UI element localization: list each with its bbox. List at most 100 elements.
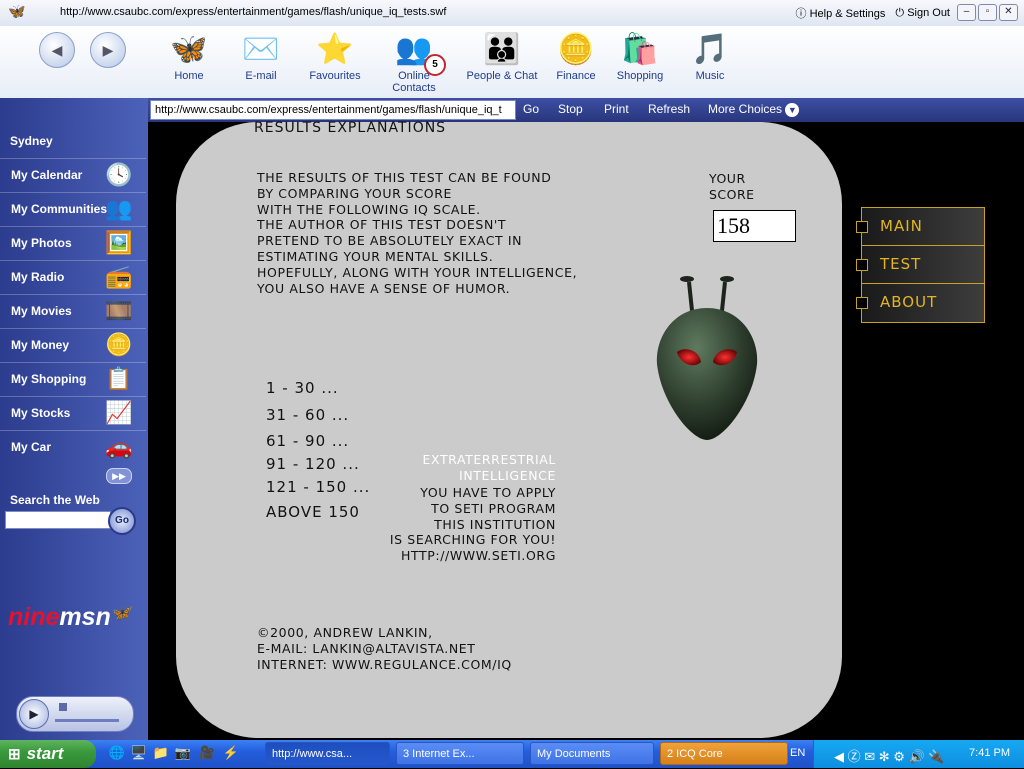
- shopping-bag-icon: 🛍️: [621, 33, 659, 66]
- go-button[interactable]: Go: [523, 102, 539, 116]
- quicklaunch-icon[interactable]: 🌐: [108, 744, 126, 762]
- sidebar-item-communities[interactable]: My Communities 👥: [0, 192, 146, 225]
- volume-slider[interactable]: [55, 719, 119, 722]
- address-input[interactable]: http://www.csaubc.com/express/entertainm…: [150, 100, 516, 120]
- contacts-icon: 👥 5: [394, 30, 446, 76]
- email-link[interactable]: E-MAIL: LANKIN@ALTAVISTA.NET: [257, 641, 512, 657]
- close-button[interactable]: ✕: [999, 4, 1018, 21]
- score-label: YOUR SCORE: [709, 171, 755, 202]
- city-label: Sydney: [10, 134, 53, 148]
- language-indicator[interactable]: EN: [790, 747, 805, 759]
- menu-main-button[interactable]: MAIN: [856, 207, 985, 247]
- toolbar-online-contacts-button[interactable]: 👥 5 Online Contacts: [376, 30, 452, 94]
- et-title: EXTRATERRESTRIAL INTELLIGENCE: [422, 452, 556, 483]
- toolbar-people-chat-button[interactable]: 👪 People & Chat: [464, 30, 540, 82]
- back-arrow-icon: ◀: [51, 42, 63, 58]
- toolbar-home-button[interactable]: 🦋 Home: [151, 30, 227, 82]
- sidebar-item-radio[interactable]: My Radio 📻: [0, 260, 146, 293]
- menu-about-button[interactable]: ABOUT: [856, 283, 985, 323]
- search-web-label: Search the Web: [10, 493, 100, 507]
- flash-content: RESULTS EXPLANATIONS THE RESULTS OF THIS…: [148, 120, 1024, 740]
- coins-icon: 🪙: [557, 33, 595, 66]
- chevron-down-icon: ▼: [785, 103, 800, 117]
- ninemsn-logo: ninemsn🦋: [8, 603, 131, 631]
- print-button[interactable]: Print: [604, 102, 629, 116]
- stock-chart-icon: 📈: [105, 400, 133, 425]
- toolbar-shopping-button[interactable]: 🛍️ Shopping: [602, 30, 678, 82]
- more-choices-button[interactable]: More Choices ▼: [708, 102, 800, 117]
- forward-arrow-icon: ▶: [102, 42, 114, 58]
- search-web-input[interactable]: [5, 511, 111, 529]
- forward-button[interactable]: ▶: [90, 32, 126, 68]
- minimize-button[interactable]: –: [957, 4, 976, 21]
- contacts-badge: 5: [424, 54, 446, 76]
- internet-link[interactable]: INTERNET: WWW.REGULANCE.COM/IQ: [257, 657, 512, 673]
- play-icon: ▶: [29, 707, 39, 721]
- task-icq[interactable]: 2 ICQ Core: [660, 742, 788, 765]
- window-url: http://www.csaubc.com/express/entertainm…: [60, 6, 447, 18]
- score-field: 158: [713, 210, 796, 242]
- scale-row: 61 - 90 ...: [266, 432, 350, 450]
- msn-butterfly-icon: 🦋: [170, 33, 208, 66]
- play-button[interactable]: ▶: [19, 699, 49, 729]
- start-button[interactable]: ⊞ start: [0, 740, 96, 768]
- logo-butterfly-icon: 🦋: [110, 605, 131, 622]
- film-reel-icon: 🎞️: [105, 298, 133, 323]
- tray-icons[interactable]: ◀ Ⓩ ✉ ✻ ⚙ 🔊 🔌: [834, 746, 944, 765]
- sidebar-item-car[interactable]: My Car 🚗: [0, 430, 146, 463]
- sidebar-item-movies[interactable]: My Movies 🎞️: [0, 294, 146, 327]
- windows-flag-icon: ⊞: [8, 746, 21, 763]
- alien-head-icon: [656, 276, 758, 440]
- envelope-icon: ✉️: [242, 33, 280, 66]
- sidebar-item-money[interactable]: My Money 🪙: [0, 328, 146, 361]
- task-my-documents[interactable]: My Documents: [530, 742, 654, 765]
- main-toolbar: ◀ ▶ 🦋 Home ✉️ E-mail ⭐ Favourites 👥 5 Online …: [0, 26, 1024, 98]
- task-browser[interactable]: http://www.csa...: [265, 742, 390, 765]
- back-button[interactable]: ◀: [39, 32, 75, 68]
- music-notes-icon: 🎵: [691, 33, 729, 66]
- sidebar-item-photos[interactable]: My Photos 🖼️: [0, 226, 146, 259]
- scale-row: 1 - 30 ...: [266, 379, 339, 397]
- stop-button[interactable]: [59, 703, 67, 711]
- people-icon: 👪: [483, 33, 521, 66]
- quicklaunch-icon[interactable]: 🎥: [198, 744, 216, 762]
- car-icon: 🚗: [105, 434, 133, 459]
- clock: 7:41 PM: [969, 747, 1010, 759]
- quicklaunch-icon[interactable]: ⚡: [222, 744, 240, 762]
- media-player: ▶: [16, 696, 134, 732]
- page-title: RESULTS EXPLANATIONS: [254, 120, 447, 136]
- quicklaunch-icon[interactable]: 📷: [174, 744, 192, 762]
- help-icon: ⓘ: [795, 8, 807, 20]
- photos-icon: 🖼️: [105, 230, 133, 255]
- results-explanation: THE RESULTS OF THIS TEST CAN BE FOUND BY…: [257, 170, 578, 296]
- sidebar-item-shopping[interactable]: My Shopping 📋: [0, 362, 146, 395]
- sidebar-item-calendar[interactable]: My Calendar 🕓: [0, 158, 146, 191]
- checklist-icon: 📋: [105, 366, 133, 391]
- menu-test-button[interactable]: TEST: [856, 245, 985, 285]
- task-internet-explorer[interactable]: 3 Internet Ex...: [396, 742, 524, 765]
- toolbar-music-button[interactable]: 🎵 Music: [672, 30, 748, 82]
- address-bar: http://www.csaubc.com/express/entertainm…: [148, 98, 1024, 122]
- quicklaunch-icon[interactable]: 📁: [152, 744, 170, 762]
- credits: ©2000, ANDREW LANKIN, E-MAIL: LANKIN@ALT…: [257, 625, 512, 673]
- help-settings-link[interactable]: ⓘ Help & Settings: [796, 5, 886, 21]
- refresh-button[interactable]: Refresh: [648, 102, 690, 116]
- sidebar-more-button[interactable]: ▶▶: [106, 468, 132, 484]
- maximize-button[interactable]: ▫: [978, 4, 997, 21]
- seti-link[interactable]: HTTP://WWW.SETI.ORG: [316, 548, 556, 564]
- results-panel: RESULTS EXPLANATIONS THE RESULTS OF THIS…: [176, 120, 842, 738]
- taskbar: ⊞ start 🌐 🖥️ 📁 📷 🎥 ⚡ http://www.csa... 3 …: [0, 740, 1024, 768]
- search-go-button[interactable]: Go: [108, 507, 136, 535]
- window-icon: 🦋: [8, 3, 26, 19]
- fast-forward-icon: ▶▶: [112, 471, 126, 481]
- quicklaunch-icon[interactable]: 🖥️: [130, 744, 148, 762]
- radio-icon: 📻: [105, 264, 133, 289]
- toolbar-favourites-button[interactable]: ⭐ Favourites: [297, 30, 373, 82]
- stop-button[interactable]: Stop: [558, 102, 583, 116]
- clock-icon: 🕓: [105, 162, 133, 187]
- power-icon: ⏻: [895, 6, 905, 19]
- community-icon: 👥: [105, 196, 133, 221]
- sign-out-link[interactable]: ⏻ Sign Out: [895, 7, 950, 20]
- sidebar-item-stocks[interactable]: My Stocks 📈: [0, 396, 146, 429]
- toolbar-email-button[interactable]: ✉️ E-mail: [223, 30, 299, 82]
